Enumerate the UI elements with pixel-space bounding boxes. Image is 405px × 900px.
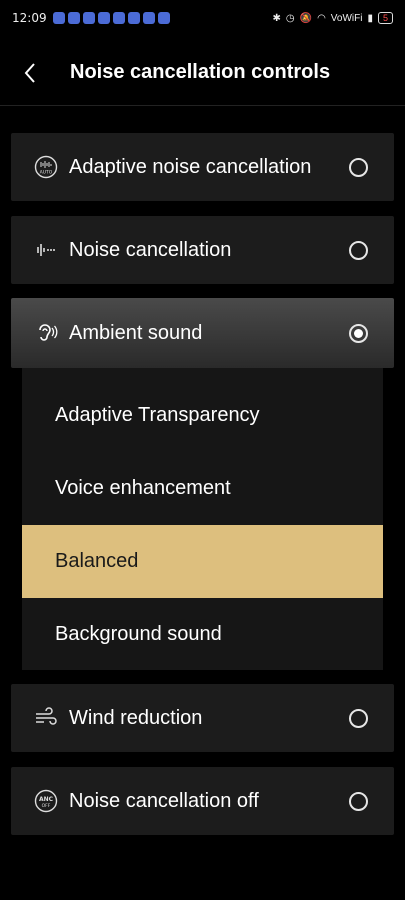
option-label: Adaptive noise cancellation <box>69 155 312 178</box>
back-button[interactable] <box>0 40 60 106</box>
wifi-icon: ◠ <box>317 12 326 24</box>
svg-text:ANC: ANC <box>39 796 54 803</box>
svg-text:OFF: OFF <box>42 803 51 809</box>
option-noise-cancellation[interactable]: Noise cancellation <box>11 216 394 284</box>
app-icon <box>142 12 155 24</box>
ambient-sound-icon <box>33 320 59 346</box>
anc-off-icon: ANC OFF <box>33 788 59 814</box>
page-title: Noise cancellation controls <box>70 61 331 83</box>
option-wind-reduction[interactable]: Wind reduction <box>11 684 394 752</box>
discord-icon <box>52 12 65 24</box>
radio-button-selected[interactable] <box>349 323 368 343</box>
mute-icon: 🔕 <box>299 12 313 24</box>
header: Noise cancellation controls <box>0 40 405 106</box>
alarm-icon: ◷ <box>285 12 295 24</box>
battery-level: 5 <box>377 12 393 24</box>
headphones-icon <box>97 12 110 24</box>
network-label: VoWiFi <box>330 12 363 24</box>
wind-icon <box>33 705 59 731</box>
mode-voice-enhancement[interactable]: Voice enhancement <box>22 452 383 525</box>
option-ambient-sound[interactable]: Ambient sound <box>11 298 394 368</box>
ambient-mode-list: Adaptive Transparency Voice enhancement … <box>22 368 383 670</box>
bluetooth-app-icon <box>157 12 170 24</box>
option-noise-cancellation-off[interactable]: ANC OFF Noise cancellation off <box>11 767 394 835</box>
mode-background-sound[interactable]: Background sound <box>22 598 383 671</box>
mode-adaptive-transparency[interactable]: Adaptive Transparency <box>22 379 383 452</box>
option-label: Noise cancellation off <box>69 789 259 812</box>
mode-balanced[interactable]: Balanced <box>22 525 383 598</box>
radio-button[interactable] <box>349 240 368 260</box>
svg-text:AUTO: AUTO <box>40 170 53 176</box>
youtube-icon <box>82 12 95 24</box>
radio-button[interactable] <box>349 791 368 811</box>
status-bar: 12:09 ✱ ◷ 🔕 ◠ VoWiFi ▮ 5 <box>0 0 405 36</box>
adaptive-anc-icon: AUTO <box>33 154 59 180</box>
status-time: 12:09 <box>12 11 47 25</box>
signal-icon: ▮ <box>367 12 373 24</box>
option-adaptive-noise-cancellation[interactable]: AUTO Adaptive noise cancellation <box>11 133 394 201</box>
radio-button[interactable] <box>349 157 368 177</box>
option-label: Noise cancellation <box>69 238 232 261</box>
option-label: Ambient sound <box>69 321 203 344</box>
app-icon <box>67 12 80 24</box>
option-label: Wind reduction <box>69 706 203 729</box>
notification-icons <box>52 12 170 24</box>
status-right: ✱ ◷ 🔕 ◠ VoWiFi ▮ 5 <box>272 12 393 24</box>
radio-button[interactable] <box>349 708 368 728</box>
chevron-left-icon <box>24 62 35 83</box>
app-icon <box>112 12 125 24</box>
mail-icon <box>127 12 140 24</box>
noise-cancellation-icon <box>33 237 59 263</box>
bluetooth-icon: ✱ <box>272 12 281 24</box>
